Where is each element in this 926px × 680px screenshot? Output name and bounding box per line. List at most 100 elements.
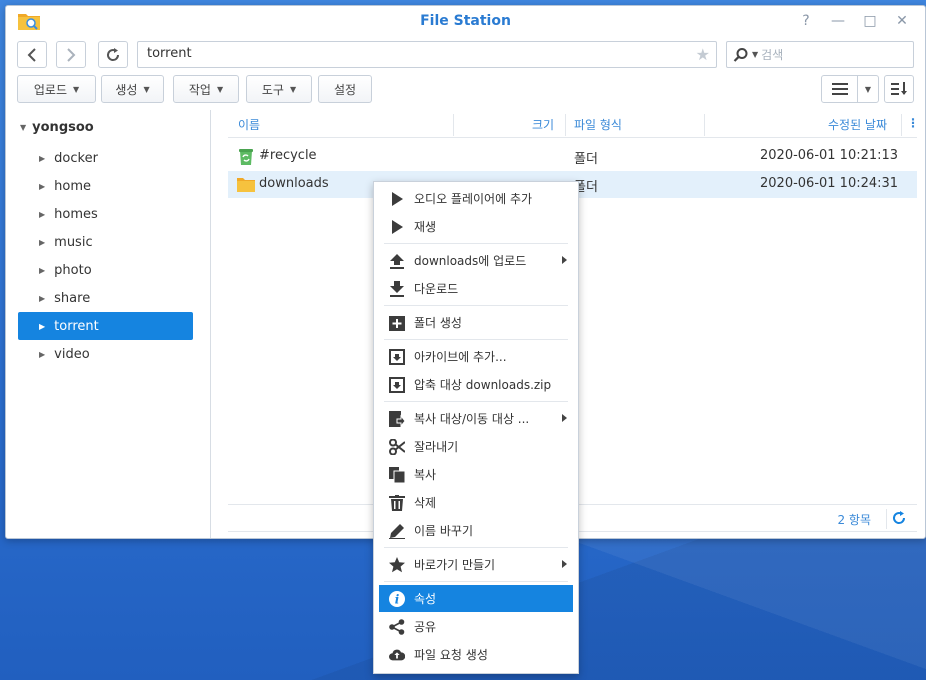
collapsed-triangle-icon[interactable]: ▶ (39, 154, 45, 163)
menu-item-copy-move-to[interactable]: 복사 대상/이동 대상 ... (379, 405, 573, 432)
menu-item-label: 폴더 생성 (414, 316, 462, 330)
collapsed-triangle-icon[interactable]: ▶ (39, 238, 45, 247)
tree-item-music[interactable]: ▶ music (18, 228, 193, 256)
folder-tree: ▼ yongsoo ▶ docker ▶ home ▶ homes ▶ musi… (6, 110, 211, 538)
refresh-icon[interactable] (891, 510, 907, 526)
forward-button[interactable] (56, 41, 86, 68)
close-icon[interactable]: ✕ (893, 12, 911, 30)
chevron-down-icon: ▼ (72, 84, 80, 94)
menu-item-upload-to[interactable]: downloads에 업로드 (379, 247, 573, 274)
menu-item-label: 압축 대상 downloads.zip (414, 378, 552, 392)
settings-label: 설정 (333, 82, 357, 97)
favorite-star-icon[interactable]: ★ (696, 45, 710, 64)
collapsed-triangle-icon[interactable]: ▶ (39, 350, 45, 359)
tree-item-share[interactable]: ▶ share (18, 284, 193, 312)
collapsed-triangle-icon[interactable]: ▶ (39, 294, 45, 303)
column-type[interactable]: 파일 형식 (574, 116, 622, 133)
menu-separator (384, 547, 568, 548)
refresh-icon (107, 47, 120, 61)
menu-item-label: 오디오 플레이어에 추가 (414, 192, 533, 206)
menu-item-rename[interactable]: 이름 바꾸기 (379, 517, 573, 544)
upload-button[interactable]: 업로드 ▼ (17, 75, 96, 103)
menu-item-label: downloads에 업로드 (414, 254, 527, 268)
menu-item-label: 삭제 (414, 496, 437, 510)
chevron-down-icon: ▼ (864, 84, 872, 94)
back-button[interactable] (17, 41, 47, 68)
create-button[interactable]: 생성 ▼ (101, 75, 164, 103)
tools-button[interactable]: 도구 ▼ (246, 75, 312, 103)
tree-item-video[interactable]: ▶ video (18, 340, 193, 368)
play-icon (389, 191, 405, 207)
tree-item-label: music (54, 234, 93, 250)
archive-icon (389, 376, 405, 393)
column-options-icon[interactable]: ⋮ (907, 116, 919, 130)
column-size[interactable]: 크기 (532, 116, 554, 133)
chevron-down-icon[interactable]: ▼ (752, 50, 758, 59)
collapsed-triangle-icon[interactable]: ▶ (39, 182, 45, 191)
menu-item-delete[interactable]: 삭제 (379, 489, 573, 516)
search-input[interactable]: ▼ 검색 (726, 41, 914, 68)
svg-text:i: i (395, 592, 400, 606)
info-icon: i (389, 590, 405, 607)
chevron-right-icon (67, 47, 76, 62)
archive-icon (389, 348, 405, 365)
file-modified: 2020-06-01 10:21:13 (760, 148, 899, 163)
tree-item-label: torrent (54, 318, 99, 334)
column-header: 이름 크기 파일 형식 수정된 날짜 ⋮ (228, 110, 919, 138)
view-dropdown-button[interactable]: ▼ (857, 75, 879, 103)
menu-item-properties[interactable]: i 속성 (379, 585, 573, 612)
column-name[interactable]: 이름 (238, 116, 260, 133)
collapsed-triangle-icon[interactable]: ▶ (39, 322, 45, 331)
context-menu: 오디오 플레이어에 추가 재생 downloads에 업로드 다운로드 폴더 생… (373, 181, 579, 674)
tree-item-label: video (54, 346, 90, 362)
settings-button[interactable]: 설정 (318, 75, 372, 103)
sort-button[interactable] (884, 75, 914, 103)
tree-item-label: docker (54, 150, 98, 166)
tree-item-docker[interactable]: ▶ docker (18, 144, 193, 172)
table-row[interactable]: #recycle 폴더 2020-06-01 10:21:13 (228, 143, 917, 170)
menu-item-create-file-request[interactable]: 파일 요청 생성 (379, 641, 573, 668)
title-bar: File Station ? — □ ✕ (6, 6, 925, 38)
maximize-icon[interactable]: □ (861, 12, 879, 30)
action-button[interactable]: 작업 ▼ (173, 75, 239, 103)
tree-item-photo[interactable]: ▶ photo (18, 256, 193, 284)
tree-item-home[interactable]: ▶ home (18, 172, 193, 200)
path-input[interactable]: torrent ★ (137, 41, 717, 68)
expanded-triangle-icon[interactable]: ▼ (20, 123, 26, 132)
download-icon (389, 280, 405, 297)
menu-item-label: 다운로드 (414, 282, 459, 296)
menu-item-share[interactable]: 공유 (379, 613, 573, 640)
chevron-down-icon: ▼ (216, 84, 224, 94)
tree-root-yongsoo[interactable]: ▼ yongsoo (20, 120, 94, 135)
help-icon[interactable]: ? (797, 12, 815, 30)
tree-item-homes[interactable]: ▶ homes (18, 200, 193, 228)
menu-item-add-to-audio-player[interactable]: 오디오 플레이어에 추가 (379, 185, 573, 212)
menu-item-label: 복사 (414, 468, 437, 482)
submenu-arrow-icon (562, 256, 567, 264)
menu-item-create-shortcut[interactable]: 바로가기 만들기 (379, 551, 573, 578)
cloud-upload-icon (389, 647, 405, 663)
menu-item-label: 아카이브에 추가... (414, 350, 507, 364)
menu-item-play[interactable]: 재생 (379, 213, 573, 240)
list-view-button[interactable] (821, 75, 858, 103)
menu-item-label: 이름 바꾸기 (414, 524, 474, 538)
menu-item-copy[interactable]: 복사 (379, 461, 573, 488)
file-name: downloads (259, 176, 329, 191)
menu-item-label: 잘라내기 (414, 440, 459, 454)
minimize-icon[interactable]: — (829, 12, 847, 30)
menu-item-compress-to-zip[interactable]: 압축 대상 downloads.zip (379, 371, 573, 398)
collapsed-triangle-icon[interactable]: ▶ (39, 266, 45, 275)
menu-item-add-to-archive[interactable]: 아카이브에 추가... (379, 343, 573, 370)
column-modified[interactable]: 수정된 날짜 (828, 116, 887, 133)
menu-item-label: 바로가기 만들기 (414, 558, 496, 572)
collapsed-triangle-icon[interactable]: ▶ (39, 210, 45, 219)
refresh-button[interactable] (98, 41, 128, 68)
menu-item-create-folder[interactable]: 폴더 생성 (379, 309, 573, 336)
path-text: torrent (147, 46, 192, 61)
navigation-bar: torrent ★ ▼ 검색 (6, 38, 925, 74)
action-label: 작업 (188, 82, 211, 97)
tree-item-torrent[interactable]: ▶ torrent (18, 312, 193, 340)
play-icon (389, 219, 405, 235)
menu-item-download[interactable]: 다운로드 (379, 275, 573, 302)
menu-item-cut[interactable]: 잘라내기 (379, 433, 573, 460)
